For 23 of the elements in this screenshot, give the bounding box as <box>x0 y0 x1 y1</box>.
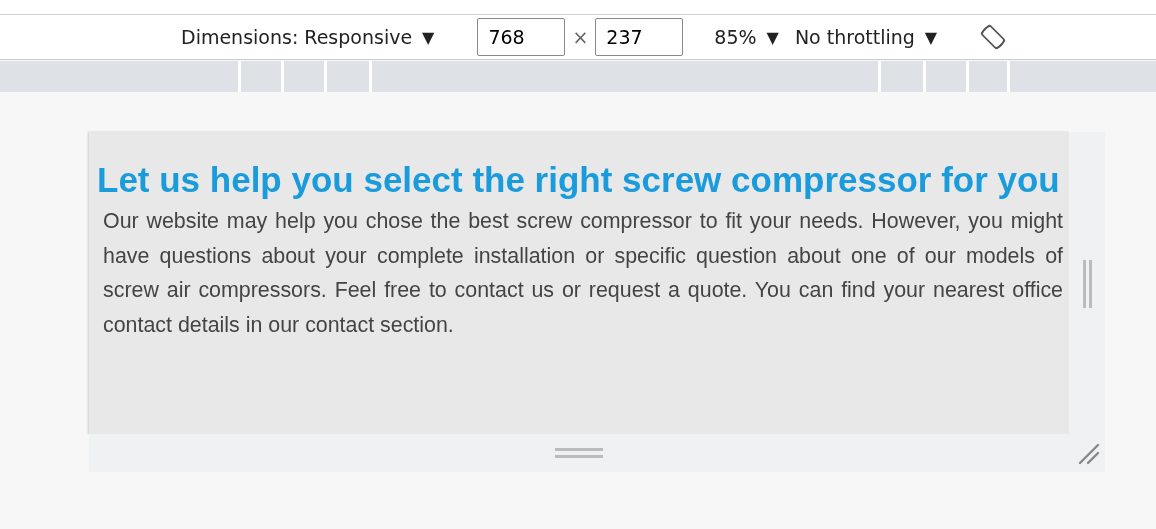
media-query-segment[interactable] <box>327 61 369 92</box>
width-field[interactable]: 768 <box>477 18 566 56</box>
media-query-segment[interactable] <box>372 61 878 92</box>
caret-icon: ▼ <box>924 27 938 47</box>
media-query-segment[interactable] <box>881 61 923 92</box>
media-query-segment[interactable] <box>284 61 324 92</box>
page-heading: Let us help you select the right screw compressor for you <box>97 160 1061 200</box>
resize-corner-icon[interactable] <box>1077 442 1101 466</box>
times-sign: × <box>572 26 589 48</box>
throttling-dropdown[interactable]: No throttling ▼ <box>789 22 943 52</box>
media-query-segment[interactable] <box>1010 61 1156 92</box>
media-query-segment[interactable] <box>926 61 966 92</box>
resize-handle[interactable] <box>1082 260 1092 308</box>
zoom-dropdown[interactable]: 85% ▼ <box>709 22 784 52</box>
dimensions-dropdown[interactable]: Dimensions: Responsive ▼ <box>176 22 440 52</box>
resize-handle[interactable] <box>555 448 603 458</box>
media-query-segment[interactable] <box>0 61 238 92</box>
caret-icon: ▼ <box>766 27 779 47</box>
media-query-segment[interactable] <box>969 61 1007 92</box>
caret-icon: ▼ <box>422 27 435 47</box>
media-query-segment[interactable] <box>241 61 281 92</box>
height-field[interactable]: 237 <box>595 18 684 56</box>
page-paragraph: Our website may help you chose the best screw compressor to fit your needs. However, you might have questions about your complete installation or specific question about one of our models of screw air compressors. Feel free to contact us or request a quote. You can find your nearest office contact details in our contact section. <box>103 208 1063 339</box>
